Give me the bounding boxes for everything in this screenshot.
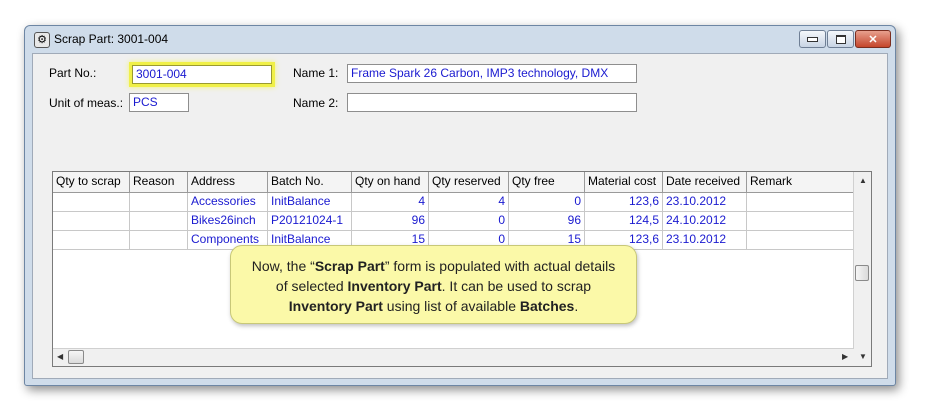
horizontal-scrollbar[interactable]: ◀ ▶ <box>53 348 854 366</box>
column-header-reason[interactable]: Reason <box>130 172 188 192</box>
qty-to-scrap-cell[interactable] <box>53 193 130 212</box>
scrap-part-window: ⚙ Scrap Part: 3001-004 ✕ Part No.: 3001-… <box>24 25 896 386</box>
column-header-qty-on-hand[interactable]: Qty on hand <box>352 172 429 192</box>
qty-on-hand-cell[interactable]: 4 <box>352 193 429 212</box>
callout-bold-inventory-part-2: Inventory Part <box>288 298 383 314</box>
column-header-qty-free[interactable]: Qty free <box>509 172 585 192</box>
scroll-left-arrow-icon[interactable]: ◀ <box>57 352 63 361</box>
callout-text-1: Now, the “ <box>251 258 315 274</box>
name1-field[interactable]: Frame Spark 26 Carbon, IMP3 technology, … <box>347 64 637 83</box>
name2-field[interactable] <box>347 93 637 112</box>
title-bar[interactable]: ⚙ Scrap Part: 3001-004 ✕ <box>25 26 895 52</box>
grid-header: Qty to scrap Reason Address Batch No. Qt… <box>53 172 855 193</box>
column-header-date-received[interactable]: Date received <box>663 172 747 192</box>
callout-text-3: . It can be used to scrap <box>441 278 592 294</box>
reason-cell[interactable] <box>130 212 188 231</box>
remark-cell[interactable] <box>747 193 855 212</box>
part-no-field[interactable]: 3001-004 <box>132 65 272 84</box>
column-header-qty-reserved[interactable]: Qty reserved <box>429 172 509 192</box>
gear-icon[interactable]: ⚙ <box>34 32 50 48</box>
address-cell[interactable]: Accessories <box>188 193 268 212</box>
qty-to-scrap-cell[interactable] <box>53 212 130 231</box>
callout-bold-batches: Batches <box>519 298 575 314</box>
minimize-button[interactable] <box>799 30 826 48</box>
date-received-cell[interactable]: 23.10.2012 <box>663 231 747 250</box>
material-cost-cell[interactable]: 123,6 <box>585 193 663 212</box>
remark-cell[interactable] <box>747 212 855 231</box>
close-icon: ✕ <box>868 33 878 46</box>
column-header-address[interactable]: Address <box>188 172 268 192</box>
scroll-up-arrow-icon[interactable]: ▲ <box>859 176 867 185</box>
batch-no-cell[interactable]: InitBalance <box>268 193 352 212</box>
callout-bold-inventory-part: Inventory Part <box>347 278 442 294</box>
name2-label: Name 2: <box>293 96 339 110</box>
table-row[interactable]: Accessories InitBalance 4 4 0 123,6 23.1… <box>53 193 855 212</box>
close-button[interactable]: ✕ <box>855 30 891 48</box>
name1-label: Name 1: <box>293 66 339 80</box>
vertical-scrollbar[interactable]: ▲ ▼ <box>853 172 871 366</box>
minimize-icon <box>807 36 818 42</box>
column-header-batch-no[interactable]: Batch No. <box>268 172 352 192</box>
callout-text-4: using list of available <box>382 298 520 314</box>
window-title: Scrap Part: 3001-004 <box>54 32 169 46</box>
reason-cell[interactable] <box>130 231 188 250</box>
column-header-qty-to-scrap[interactable]: Qty to scrap <box>53 172 130 192</box>
scroll-right-arrow-icon[interactable]: ▶ <box>842 352 848 361</box>
column-header-material-cost[interactable]: Material cost <box>585 172 663 192</box>
maximize-button[interactable] <box>827 30 854 48</box>
qty-to-scrap-cell[interactable] <box>53 231 130 250</box>
callout-bold-scrap-part: Scrap Part <box>314 258 385 274</box>
reason-cell[interactable] <box>130 193 188 212</box>
remark-cell[interactable] <box>747 231 855 250</box>
qty-free-cell[interactable]: 96 <box>509 212 585 231</box>
batch-no-cell[interactable]: P20121024-1 <box>268 212 352 231</box>
qty-reserved-cell[interactable]: 0 <box>429 212 509 231</box>
vertical-scroll-thumb[interactable] <box>855 265 869 281</box>
maximize-icon <box>835 34 846 44</box>
qty-free-cell[interactable]: 0 <box>509 193 585 212</box>
date-received-cell[interactable]: 24.10.2012 <box>663 212 747 231</box>
tutorial-callout: Now, the “Scrap Part” form is populated … <box>230 245 637 324</box>
scroll-down-arrow-icon[interactable]: ▼ <box>859 352 867 361</box>
address-cell[interactable]: Bikes26inch <box>188 212 268 231</box>
callout-text-5: . <box>574 298 579 314</box>
material-cost-cell[interactable]: 124,5 <box>585 212 663 231</box>
unit-of-meas-field[interactable]: PCS <box>129 93 189 112</box>
table-row[interactable]: Bikes26inch P20121024-1 96 0 96 124,5 24… <box>53 212 855 231</box>
horizontal-scroll-thumb[interactable] <box>68 350 84 364</box>
unit-of-meas-label: Unit of meas.: <box>49 96 124 110</box>
column-header-remark[interactable]: Remark <box>747 172 855 192</box>
form-client-area: Part No.: 3001-004 Unit of meas.: PCS Na… <box>32 53 888 379</box>
qty-on-hand-cell[interactable]: 96 <box>352 212 429 231</box>
qty-reserved-cell[interactable]: 4 <box>429 193 509 212</box>
date-received-cell[interactable]: 23.10.2012 <box>663 193 747 212</box>
part-no-label: Part No.: <box>49 66 97 80</box>
